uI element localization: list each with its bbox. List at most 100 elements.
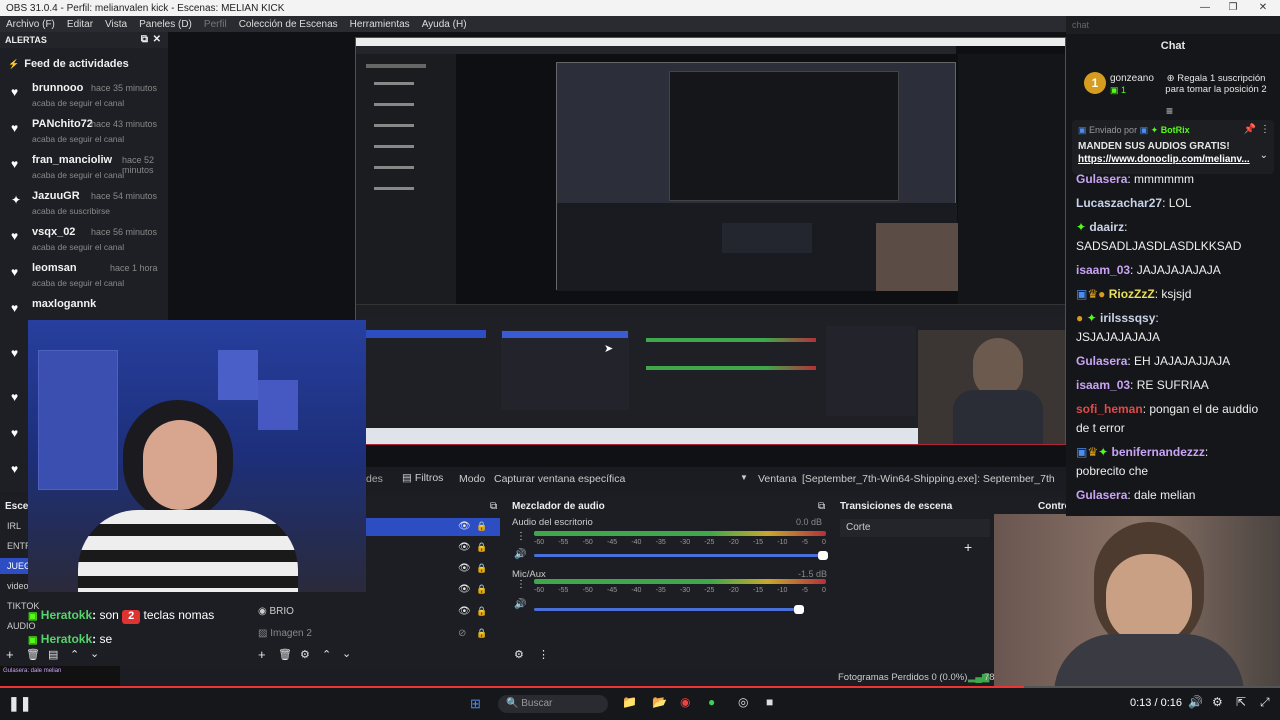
gift-prompt[interactable]: ⊕ Regala 1 suscripción para tomar la pos… — [1156, 73, 1276, 95]
source-item[interactable]: ▨ Imagen 2 — [258, 628, 312, 639]
filter-icon[interactable]: ▤ — [48, 648, 58, 661]
gift-icon: ▣ — [1110, 85, 1122, 95]
filters-button[interactable]: ▤ Filtros — [402, 472, 443, 484]
share-icon[interactable]: ⇱ — [1236, 695, 1246, 709]
more-icon[interactable]: ⋮ — [538, 648, 549, 661]
fullscreen-icon[interactable]: ⤢ — [1260, 695, 1270, 710]
scene-item[interactable]: video — [7, 581, 29, 591]
feed-item: ♥ fran_mancioliw hace 52 minutos acaba d… — [0, 152, 168, 188]
arrow-down-icon[interactable]: ⌄ — [90, 647, 99, 660]
gear-icon[interactable]: ⚙ — [514, 648, 524, 661]
eye-icon[interactable]: 👁 — [458, 563, 471, 574]
webcam-overlay-right — [994, 514, 1280, 700]
slider-knob[interactable] — [794, 605, 804, 614]
lock-icon[interactable]: 🔒 — [476, 542, 487, 553]
transition-select[interactable]: Corte — [840, 519, 990, 537]
trash-icon[interactable]: 🗑 — [278, 648, 292, 661]
settings-icon[interactable]: ⚙ — [1212, 695, 1223, 709]
plus-icon: ⊕ — [1166, 73, 1178, 84]
minimize-icon[interactable]: — — [1190, 0, 1220, 16]
lock-icon[interactable]: 🔒 — [476, 563, 487, 574]
speaker-icon[interactable]: 🔊 — [514, 599, 526, 610]
heart-icon: ♥ — [11, 157, 19, 171]
lock-icon[interactable]: 🔒 — [476, 521, 487, 532]
chat-message: isaam_03: RE SUFRIAA — [1076, 378, 1209, 392]
feed-action: acaba de seguir el canal — [32, 98, 125, 108]
windows-start-icon[interactable]: ⊞ — [470, 696, 481, 712]
more-icon[interactable]: ⋮ — [1260, 124, 1270, 135]
add-scene-icon[interactable]: + — [6, 647, 14, 662]
chevron-down-icon[interactable]: ▼ — [740, 473, 748, 482]
heart-icon: ♥ — [11, 426, 19, 440]
arrow-down-icon[interactable]: ⌄ — [342, 647, 351, 660]
feed-item: ♥ brunnooo hace 35 minutos acaba de segu… — [0, 80, 168, 116]
speaker-icon[interactable]: 🔊 — [514, 549, 526, 560]
arrow-up-icon[interactable]: ⌃ — [322, 648, 331, 661]
close-dock-icon[interactable]: ✕ — [153, 32, 161, 48]
close-icon[interactable]: ✕ — [1248, 0, 1278, 16]
spotify-icon[interactable]: ● — [708, 695, 715, 709]
more-icon[interactable]: ⋮ — [516, 531, 526, 542]
eye-icon[interactable]: 👁 — [458, 542, 471, 553]
alerts-title: ALERTAS — [5, 35, 47, 45]
menu-archivo[interactable]: Archivo (F) — [0, 19, 61, 30]
menu-perfil[interactable]: Perfil — [198, 19, 233, 30]
menu-herramientas[interactable]: Herramientas — [344, 19, 416, 30]
trash-icon[interactable]: 🗑 — [26, 648, 40, 661]
menu-icon[interactable]: ≡ — [1166, 104, 1173, 118]
taskbar-app-icon[interactable]: 📂 — [652, 695, 667, 709]
scene-item[interactable]: IRL — [7, 521, 21, 531]
pinned-link[interactable]: https://www.donoclip.com/melianv... — [1078, 154, 1250, 165]
add-source-icon[interactable]: + — [258, 647, 266, 662]
obs-icon[interactable]: ◎ — [738, 695, 748, 709]
menu-ayuda[interactable]: Ayuda (H) — [416, 19, 473, 30]
chrome-icon[interactable]: ◉ — [680, 695, 690, 709]
gear-icon[interactable]: ⚙ — [300, 648, 310, 661]
slider-knob[interactable] — [818, 551, 828, 560]
chat-message: Lucaszachar27: LOL — [1076, 196, 1192, 210]
kick-icon: ▣ — [28, 635, 38, 646]
undock-icon[interactable]: ⧉ — [141, 32, 148, 48]
maximize-icon[interactable]: ❐ — [1218, 0, 1248, 16]
arrow-up-icon[interactable]: ⌃ — [70, 648, 79, 661]
bolt-icon: ⚡ — [8, 59, 20, 69]
menu-editar[interactable]: Editar — [61, 19, 99, 30]
eye-icon[interactable]: 👁 — [458, 521, 471, 532]
add-transition-icon[interactable]: + — [964, 539, 972, 555]
more-icon[interactable]: ⋮ — [516, 579, 526, 590]
eye-icon[interactable]: 👁 — [458, 606, 471, 617]
cursor-icon: ➤ — [604, 343, 614, 355]
lock-icon[interactable]: 🔒 — [476, 628, 487, 639]
volume-meter — [534, 579, 826, 584]
volume-icon[interactable]: 🔊 — [1188, 695, 1203, 709]
feed-user: JazuuGR — [32, 190, 80, 202]
progress-track[interactable] — [0, 686, 1280, 688]
chat-title: Chat — [1160, 40, 1186, 52]
volume-slider[interactable] — [534, 551, 828, 560]
lock-icon[interactable]: 🔒 — [476, 584, 487, 595]
eye-icon[interactable]: 👁 — [458, 584, 471, 595]
taskbar-search[interactable]: 🔍 Buscar — [498, 695, 608, 713]
lock-icon[interactable]: 🔒 — [476, 606, 487, 617]
undock-icon[interactable]: ⧉ — [818, 501, 825, 512]
window-select[interactable]: [September_7th-Win64-Shipping.exe]: Sept… — [802, 473, 1055, 485]
pinned-message: ▣ Enviado por ▣ ✦ BotRix 📌 ⋮ MANDEN SUS … — [1072, 120, 1274, 174]
pause-icon[interactable]: ❚❚ — [8, 695, 31, 712]
feed-user: PANchito72 — [32, 118, 93, 130]
nested-titlebar — [356, 38, 1065, 46]
taskbar-app-icon[interactable]: ■ — [766, 695, 773, 709]
menu-coleccion[interactable]: Colección de Escenas — [233, 19, 344, 30]
menu-paneles[interactable]: Paneles (D) — [133, 19, 198, 30]
undock-icon[interactable]: ⧉ — [490, 501, 497, 512]
taskbar-app-icon[interactable]: 📁 — [622, 695, 637, 709]
eye-off-icon[interactable]: ⊘ — [458, 628, 466, 639]
chevron-down-icon[interactable]: ⌄ — [1260, 150, 1268, 161]
feed-item: ♥ vsqx_02 hace 56 minutos acaba de segui… — [0, 224, 168, 260]
overlay-chat-user: Heratokk — [40, 608, 93, 622]
feed-title-text: Feed de actividades — [24, 58, 129, 70]
menu-vista[interactable]: Vista — [99, 19, 133, 30]
pin-icon[interactable]: 📌 — [1244, 124, 1256, 135]
source-item[interactable]: ◉ BRIO — [258, 606, 294, 617]
volume-slider[interactable] — [534, 605, 804, 614]
mode-select[interactable]: Capturar ventana específica — [494, 473, 625, 485]
